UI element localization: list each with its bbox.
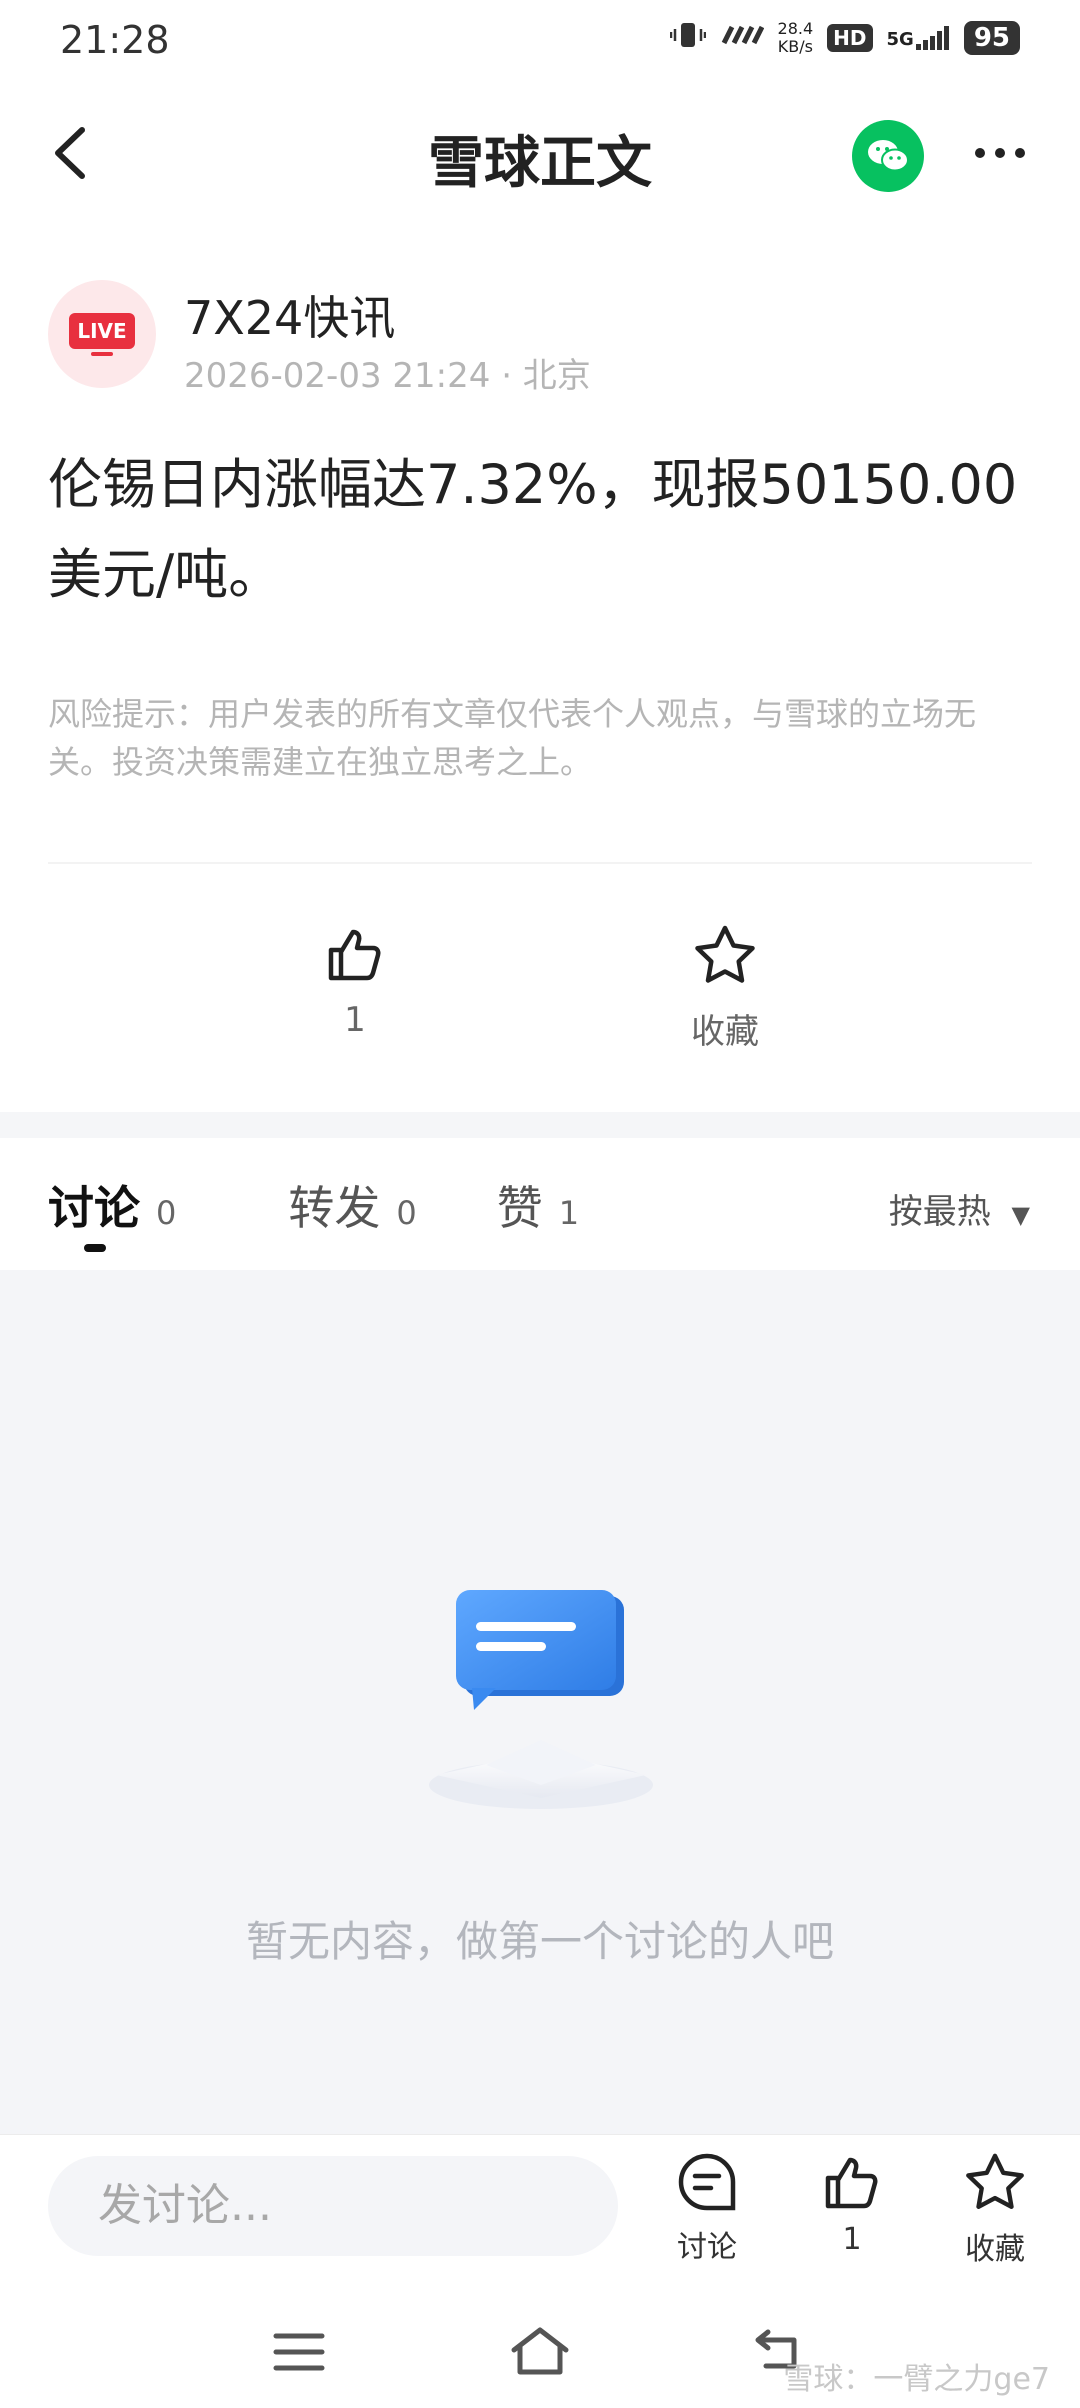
battery-indicator: 95 [963, 21, 1020, 55]
menu-icon [273, 2333, 325, 2371]
cell-signal-icon: 5G [887, 26, 950, 50]
divider [48, 862, 1032, 864]
status-bar: 21:28 28.4 KB/s HD 5G 95 [0, 0, 1080, 80]
home-nav-button[interactable] [508, 2324, 572, 2380]
post-meta: 2026-02-03 21:24 · 北京 [184, 356, 591, 396]
vibrate-icon [669, 20, 706, 56]
star-icon [695, 925, 755, 983]
section-gap [0, 1112, 1080, 1138]
tab-likes[interactable]: 赞1 [497, 1172, 579, 1238]
favorite-label: 收藏 [691, 1012, 759, 1052]
thumbs-up-icon [328, 929, 381, 981]
tab-indicator [84, 1244, 106, 1252]
tab-discuss[interactable]: 讨论 0 [48, 1172, 176, 1238]
post-content: 伦锡日内涨幅达7.32%，现报50150.00美元/吨。 [48, 453, 1018, 606]
risk-notice: 风险提示：用户发表的所有文章仅代表个人观点，与雪球的立场无关。投资决策需建立在独… [48, 695, 977, 781]
network-speed: 28.4 KB/s [777, 19, 814, 56]
author-avatar[interactable]: LIVE [48, 280, 156, 388]
sort-dropdown[interactable]: 按最热 ▼ [889, 1184, 1030, 1233]
thumbs-up-icon [825, 2157, 878, 2209]
like-count: 1 [344, 1000, 366, 1040]
like-button[interactable]: 1 [300, 922, 410, 1040]
chat-bubble-icon [416, 1580, 666, 1820]
comment-input[interactable]: 发讨论... [48, 2156, 618, 2256]
status-icons: 28.4 KB/s HD 5G 95 [669, 19, 1020, 56]
favorite-button[interactable]: 收藏 [665, 922, 785, 1053]
status-time: 21:28 [60, 18, 170, 62]
home-icon [511, 2327, 569, 2375]
more-horizontal-icon [975, 148, 1025, 158]
star-icon [966, 2153, 1024, 2209]
caret-down-icon: ▼ [1011, 1201, 1030, 1229]
empty-state-text: 暂无内容，做第一个讨论的人吧 [245, 1917, 834, 1966]
bottom-like-button[interactable]: 1 [797, 2150, 907, 2257]
wechat-icon [868, 140, 909, 172]
bottom-favorite-button[interactable]: 收藏 [940, 2150, 1050, 2268]
discussion-tabs: 讨论 0 转发 0 赞1 [48, 1172, 691, 1238]
tab-repost[interactable]: 转发 0 [288, 1172, 416, 1238]
more-button[interactable] [970, 138, 1030, 168]
live-tv-icon: LIVE [69, 312, 135, 356]
hd-badge: HD [827, 24, 873, 52]
comment-icon [678, 2153, 736, 2211]
watermark: 雪球：一臂之力ge7 [783, 2362, 1050, 2397]
discuss-button[interactable]: 讨论 [652, 2150, 762, 2266]
menu-nav-button[interactable] [272, 2330, 326, 2378]
signal-speed-icon [720, 23, 764, 53]
wechat-share-button[interactable] [852, 120, 924, 192]
author-name[interactable]: 7X24快讯 [184, 282, 395, 348]
